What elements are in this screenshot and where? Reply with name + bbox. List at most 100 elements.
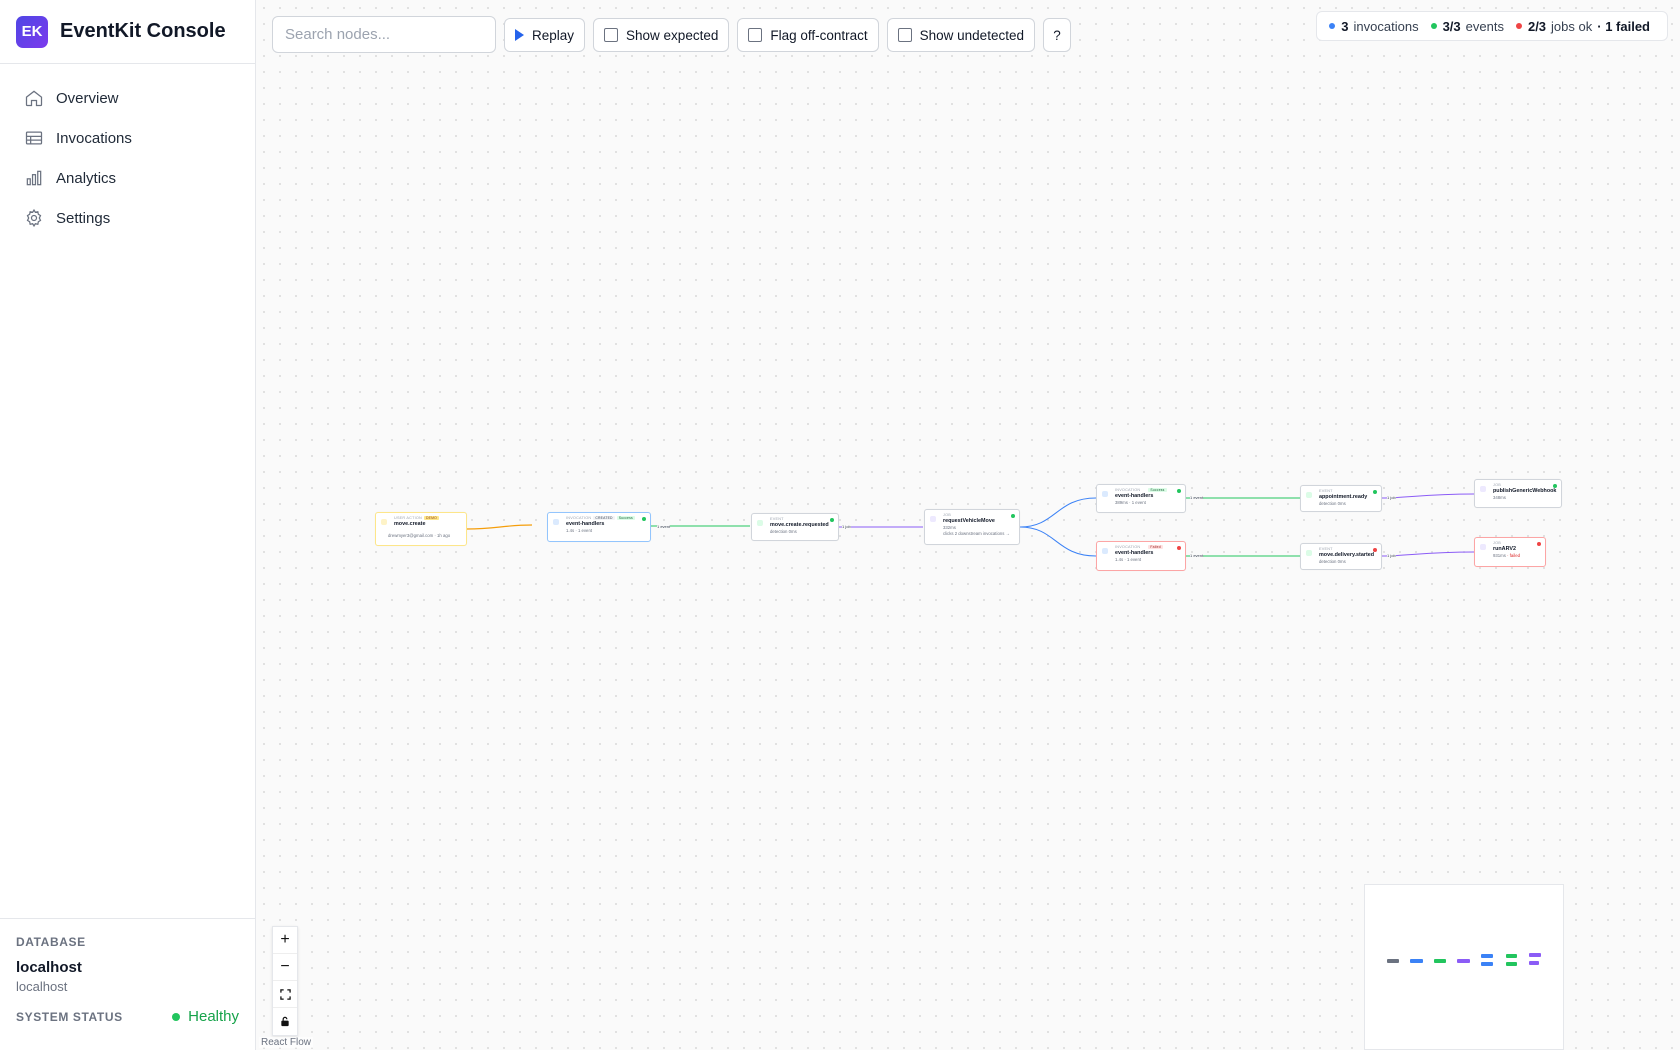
jobs-dot-icon: [1515, 23, 1522, 29]
minimap-node: [1506, 962, 1517, 966]
edge-user-action-inv1[interactable]: [466, 524, 533, 530]
minimap-node: [1481, 954, 1493, 958]
node-event-2[interactable]: EVENT appointment.ready detection 0ms: [1300, 485, 1382, 512]
flag-off-contract-checkbox[interactable]: [748, 28, 763, 42]
show-expected-label: Show expected: [626, 27, 719, 43]
node-job-3[interactable]: JOB runARV2 931ms · failed: [1474, 537, 1546, 567]
help-button[interactable]: ?: [1042, 18, 1071, 52]
brand[interactable]: EK EventKit Console: [0, 0, 255, 64]
nav-item-overview[interactable]: Overview: [8, 78, 247, 118]
edge-label: 1 job: [1387, 553, 1396, 558]
toolbar: Replay Show expected Flag off-contract S…: [272, 16, 1071, 53]
gear-icon: [26, 208, 42, 228]
status-dot-icon: [1553, 484, 1557, 488]
success-badge: Success: [616, 516, 635, 520]
replay-button[interactable]: Replay: [504, 18, 586, 52]
node-kind: JOB: [1493, 483, 1501, 487]
minimap-node: [1457, 959, 1470, 963]
edge-label: 1 job: [842, 524, 851, 529]
node-title: event-handlers: [566, 521, 605, 527]
flag-off-contract-toggle[interactable]: Flag off-contract: [737, 18, 879, 52]
nav-item-label: Settings: [56, 209, 111, 227]
event-icon: [1306, 550, 1312, 556]
show-expected-toggle[interactable]: Show expected: [593, 18, 730, 52]
fit-view-icon: [279, 988, 291, 1000]
status-dot-icon: [1177, 546, 1181, 550]
show-expected-checkbox[interactable]: [604, 28, 619, 42]
status-dot-icon: [1177, 489, 1181, 493]
show-undetected-label: Show undetected: [919, 27, 1024, 43]
minimap-node: [1529, 953, 1541, 957]
node-kind: JOB: [1493, 541, 1501, 545]
node-title: event-handlers: [1115, 493, 1154, 499]
minimap-node: [1410, 959, 1423, 963]
job-icon: [930, 516, 936, 522]
stat-events: 3/3 events: [1430, 18, 1504, 34]
database-name: localhost: [16, 959, 82, 976]
edge-label: 1 event: [1190, 553, 1204, 558]
node-user-action[interactable]: USER ACTION DEMO move.create drewmyer3@gm…: [375, 512, 467, 546]
node-event-1[interactable]: EVENT move.create.requested detection 0m…: [751, 513, 839, 541]
edge-job1-inv3[interactable]: [1019, 526, 1097, 557]
flow-canvas[interactable]: Replay Show expected Flag off-contract S…: [256, 0, 1680, 1050]
node-meta: drewmyer3@gmail.com · 1h ago: [388, 533, 451, 538]
show-undetected-toggle[interactable]: Show undetected: [886, 18, 1035, 52]
minimap-node: [1506, 954, 1517, 958]
created-tag: CREATED: [593, 516, 615, 520]
node-job-1[interactable]: JOB requestVehicleMove 332ms clicks 2 do…: [924, 509, 1020, 545]
lock-button[interactable]: [273, 1008, 297, 1035]
replay-label: Replay: [532, 27, 575, 43]
react-flow-attribution[interactable]: React Flow: [259, 1037, 314, 1048]
node-invocation-1[interactable]: INVOCATION CREATED Success event-handlers …: [547, 512, 651, 542]
edge-label: 1 event: [1190, 495, 1204, 500]
event-icon: [757, 520, 763, 526]
status-dot-icon: [1373, 490, 1377, 494]
node-job-2[interactable]: JOB publishGenericWebhook 348ms: [1474, 479, 1562, 508]
status-dot-icon: [642, 517, 646, 521]
invocation-icon: [1102, 548, 1108, 554]
zoom-controls: + −: [272, 926, 298, 1036]
database-host: localhost: [16, 979, 68, 994]
search-input[interactable]: [272, 16, 496, 53]
events-count: 3/3: [1442, 18, 1461, 34]
table-icon: [25, 131, 43, 145]
node-meta: detection 0ms: [1319, 501, 1346, 506]
minimap-viewport: [1371, 891, 1557, 1029]
node-invocation-2[interactable]: INVOCATION Success event-handlers 389ms ·…: [1096, 484, 1186, 513]
node-title: publishGenericWebhook: [1493, 488, 1557, 494]
node-invocation-3[interactable]: INVOCATION Failed event-handlers 1.4s · 1…: [1096, 541, 1186, 571]
node-kind: EVENT: [770, 517, 784, 521]
minimap-node: [1387, 959, 1399, 963]
minimap-node: [1434, 959, 1446, 963]
lightning-icon: [381, 519, 387, 525]
jobs-failed-label: · 1 failed: [1597, 18, 1650, 34]
invocations-label: invocations: [1353, 18, 1419, 34]
node-kind: JOB: [943, 513, 951, 517]
nav-item-invocations[interactable]: Invocations: [8, 118, 247, 158]
node-event-3[interactable]: EVENT move.delivery.started detection 0m…: [1300, 543, 1382, 570]
node-meta: 931ms: [1493, 553, 1506, 558]
show-undetected-checkbox[interactable]: [897, 28, 912, 42]
success-badge: Success: [1148, 488, 1167, 492]
node-meta-downstream[interactable]: clicks 2 downstream invocations →: [943, 531, 1014, 536]
fit-view-button[interactable]: [273, 981, 297, 1008]
minimap-node: [1529, 961, 1539, 965]
job-icon: [1480, 486, 1486, 492]
zoom-out-button[interactable]: −: [273, 954, 297, 981]
node-title: appointment.ready: [1319, 494, 1368, 500]
lock-icon: [281, 1016, 289, 1027]
node-meta: 389ms · 1 event: [1115, 500, 1146, 505]
node-meta: detection 0ms: [1319, 559, 1346, 564]
edge-job1-inv2[interactable]: [1019, 497, 1097, 528]
nav-item-analytics[interactable]: Analytics: [8, 158, 247, 198]
events-dot-icon: [1430, 23, 1437, 29]
invocations-count: 3: [1341, 18, 1349, 34]
minimap[interactable]: [1364, 884, 1564, 1050]
minimap-node: [1481, 962, 1493, 966]
main-nav: Overview Invocations Analytics Settings: [0, 64, 255, 252]
zoom-in-button[interactable]: +: [273, 927, 297, 954]
nav-item-label: Overview: [56, 89, 119, 107]
system-status-badge: Healthy: [172, 1008, 239, 1025]
nav-item-settings[interactable]: Settings: [8, 198, 247, 238]
invocations-dot-icon: [1329, 23, 1336, 29]
